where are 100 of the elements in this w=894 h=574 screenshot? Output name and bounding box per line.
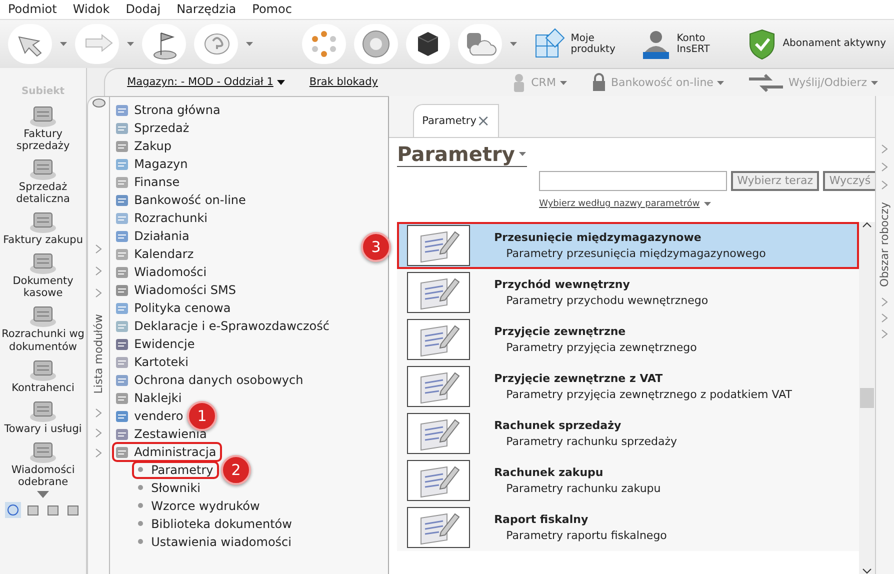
chevron-icon[interactable] — [94, 266, 103, 276]
account-button[interactable]: Moje produkty — [532, 27, 623, 61]
module-item[interactable]: Magazyn — [114, 156, 188, 172]
caret-icon — [518, 152, 527, 156]
module-item[interactable]: Sprzedaż — [114, 120, 190, 136]
menu-item[interactable]: Pomoc — [252, 2, 292, 17]
module-icon — [114, 282, 130, 298]
caret-icon[interactable] — [127, 42, 134, 46]
module-icon — [114, 120, 130, 136]
submodule-item[interactable]: Słowniki — [134, 480, 204, 496]
account-button[interactable]: Abonament aktywny — [744, 27, 886, 61]
submodule-item[interactable]: Ustawienia wiadomości — [134, 534, 296, 550]
parameter-row[interactable]: Rachunek zakupu Parametry rachunku zakupu — [397, 456, 859, 504]
caret-icon[interactable] — [510, 42, 517, 46]
module-item[interactable]: Kartoteki — [114, 354, 188, 370]
module-icon — [114, 318, 130, 334]
nav-item[interactable]: Kontrahenci — [0, 356, 86, 394]
nav-item[interactable]: Dokumenty kasowe — [0, 249, 86, 300]
callout-marker: 2 — [221, 455, 252, 485]
module-item[interactable]: Polityka cenowa — [114, 300, 231, 316]
parameter-row[interactable]: Rachunek sprzedaży Parametry rachunku sprzedaży — [397, 410, 859, 457]
parameter-description: Parametry rachunku sprzedaży — [506, 434, 678, 448]
scroll-up-icon[interactable] — [862, 222, 872, 228]
nav-item[interactable]: Sprzedaż detaliczna — [0, 155, 86, 206]
module-icon — [114, 174, 130, 190]
caret-icon — [717, 80, 724, 84]
bullet-icon — [138, 521, 144, 526]
module-icon — [114, 156, 130, 172]
module-item[interactable]: Zakup — [114, 138, 172, 154]
submodule-item[interactable]: Biblioteka dokumentów — [134, 516, 296, 532]
module-item[interactable]: Administracja — [114, 444, 220, 460]
search-field[interactable] — [539, 171, 728, 191]
parameter-title: Rachunek zakupu — [494, 466, 604, 479]
caret-icon — [871, 80, 878, 84]
parameter-row[interactable]: Raport fiskalny Parametry raportu fiskalnego — [397, 504, 859, 551]
parameter-title: Raport fiskalny — [494, 512, 590, 526]
panel-title: Lista modułów — [92, 314, 106, 394]
callout-marker: 1 — [187, 401, 218, 431]
chevron-icon[interactable] — [94, 288, 103, 298]
caret-icon[interactable] — [246, 42, 253, 46]
module-item[interactable]: Ewidencje — [114, 336, 195, 352]
account-button[interactable]: Konto InsERT — [638, 27, 729, 61]
module-item[interactable]: Deklaracje i e-Sprawozdawczość — [114, 318, 330, 334]
parameter-row[interactable]: Przychód wewnętrzny Parametry przychodu wewnętrznego — [397, 268, 859, 316]
bullet-icon — [138, 539, 144, 544]
chevron-icon[interactable] — [881, 328, 889, 339]
nav-item[interactable]: Faktury sprzedaży — [0, 102, 86, 152]
parameter-title: Przesunięcie międzymagazynowe — [494, 230, 702, 244]
nav-item[interactable]: Wiadomości odebrane — [0, 438, 86, 488]
module-item[interactable]: Bankowość on-line — [114, 192, 246, 208]
menu-item[interactable]: Narzędzia — [176, 2, 236, 17]
submodule-item[interactable]: Wzorce wydruków — [134, 498, 264, 514]
module-icon — [114, 102, 130, 118]
caret-icon — [560, 80, 567, 84]
module-item[interactable]: Kalendarz — [114, 246, 194, 262]
module-item[interactable]: Wiadomości SMS — [114, 282, 236, 298]
parameter-title: Przyjęcie zewnętrzne z VAT — [494, 372, 664, 385]
parameter-row[interactable]: Przyjęcie zewnętrzne Parametry przyjęcia zewnętrznego — [397, 316, 859, 363]
chevron-icon[interactable] — [881, 312, 889, 323]
caret-icon[interactable] — [60, 42, 67, 46]
module-item[interactable]: vendero — [114, 408, 184, 424]
submodule-item[interactable]: Parametry — [134, 462, 218, 478]
parameter-title: Przyjęcie zewnętrzne — [494, 324, 627, 338]
module-icon — [114, 372, 130, 388]
warehouse-selector[interactable]: Magazyn: - MOD - Oddział 1 — [127, 76, 286, 89]
nav-item[interactable]: Towary i usługi — [0, 396, 86, 435]
module-icon — [114, 246, 130, 262]
scrollbar-thumb[interactable] — [860, 388, 874, 408]
chevron-icon[interactable] — [94, 408, 103, 418]
parameter-row[interactable]: Przyjęcie zewnętrzne z VAT Parametry przyjęcia zewnętrznego z podatkiem VAT — [397, 362, 859, 410]
module-icon — [114, 300, 130, 316]
bullet-icon — [138, 467, 144, 472]
module-item[interactable]: Strona główna — [114, 102, 220, 118]
nav-item[interactable]: Rozrachunki wg dokumentów — [0, 302, 86, 353]
close-button[interactable]: × — [476, 111, 490, 131]
page-title[interactable]: Parametry — [397, 142, 527, 167]
filter-selector[interactable]: Wybierz według nazwy parametrów — [539, 199, 712, 210]
menu-item[interactable]: Podmiot — [8, 2, 57, 17]
circle-icon[interactable] — [5, 502, 22, 518]
parameter-description: Parametry przesunięcia międzymagazynowego — [506, 246, 766, 260]
chevron-icon[interactable] — [94, 244, 103, 254]
nav-item[interactable]: Faktury zakupu — [0, 208, 86, 246]
module-item[interactable]: Finanse — [114, 174, 180, 190]
module-icon — [114, 444, 130, 460]
module-item[interactable]: Wiadomości — [114, 264, 207, 280]
caret-icon — [704, 202, 712, 206]
chevron-icon[interactable] — [881, 296, 889, 307]
parameter-description: Parametry przyjęcia zewnętrznego — [506, 340, 697, 354]
module-item[interactable]: Działania — [114, 228, 190, 244]
chevron-icon[interactable] — [94, 448, 103, 458]
module-item[interactable]: Ochrona danych osobowych — [114, 372, 304, 388]
module-icon — [114, 228, 130, 244]
chevron-icon[interactable] — [94, 428, 103, 438]
menu-item[interactable]: Dodaj — [126, 2, 161, 17]
module-item[interactable]: Rozrachunki — [114, 210, 208, 226]
module-item[interactable]: Naklejki — [114, 390, 182, 406]
lock-link[interactable]: Brak blokady — [309, 76, 378, 89]
menu-item[interactable]: Widok — [72, 2, 110, 17]
scroll-down-icon[interactable] — [862, 568, 872, 574]
caret-icon[interactable] — [37, 490, 50, 498]
